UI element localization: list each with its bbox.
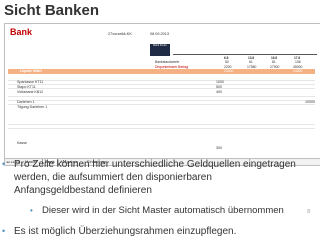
sub-bullet-item: • Dieser wird in der Sicht Master automa…: [30, 204, 310, 217]
cell: 23000: [224, 69, 234, 73]
bullet-dot-icon: •: [2, 226, 6, 236]
header-box: Bank Konto: [150, 44, 170, 56]
page-number: 8: [307, 209, 310, 215]
cell: 61: [249, 60, 253, 64]
row-label: Liquide Mittel: [20, 69, 42, 73]
bullet-text: Es ist möglich Überziehungsrahmen einzup…: [14, 226, 237, 237]
source-label: Stapo KT11: [17, 85, 36, 89]
bullet-dot-icon: •: [30, 206, 33, 215]
source-value: 300: [216, 146, 222, 150]
slide-title: Sicht Banken: [4, 2, 100, 19]
source-label: Kasse: [17, 141, 27, 145]
source-label: Volksbank KB12: [17, 90, 44, 94]
cell: 106: [295, 60, 301, 64]
bullet-item: • Pro Zeile können hier unterschiedliche…: [2, 158, 302, 197]
liquid-funds-row: Liquide Mittel 23000 14000: [8, 69, 315, 74]
bullet-dot-icon: •: [2, 159, 6, 169]
source-label: Tilgung Darlehen 1: [17, 105, 48, 109]
bullet-text: Dieser wird in der Sicht Master automati…: [42, 205, 284, 216]
source-value: 400: [216, 90, 222, 94]
cell: 14000: [293, 69, 303, 73]
source-value: 10000: [305, 100, 315, 104]
source-value: 1000: [216, 80, 224, 84]
sheet-date: 08.09.2013: [150, 32, 170, 36]
source-label: Darlehen 1: [17, 100, 35, 104]
source-label: Sparkasse KT11: [17, 80, 44, 84]
sheet-id: 27vorzeitä-KK: [108, 32, 132, 36]
sheet-title: Bank: [10, 27, 33, 37]
bullet-item: • Es ist möglich Überziehungsrahmen einz…: [2, 225, 302, 238]
cell: 50: [225, 60, 229, 64]
spreadsheet-screenshot: Bank 27vorzeitä-KK 08.09.2013 Bank Konto…: [4, 23, 320, 166]
cell: 81: [272, 60, 276, 64]
source-value: 500: [216, 85, 222, 89]
bullet-text: Pro Zeile können hier unterschiedliche G…: [14, 159, 296, 196]
row-label: Bankstandwerte: [155, 60, 180, 64]
header-divider: [173, 54, 317, 55]
